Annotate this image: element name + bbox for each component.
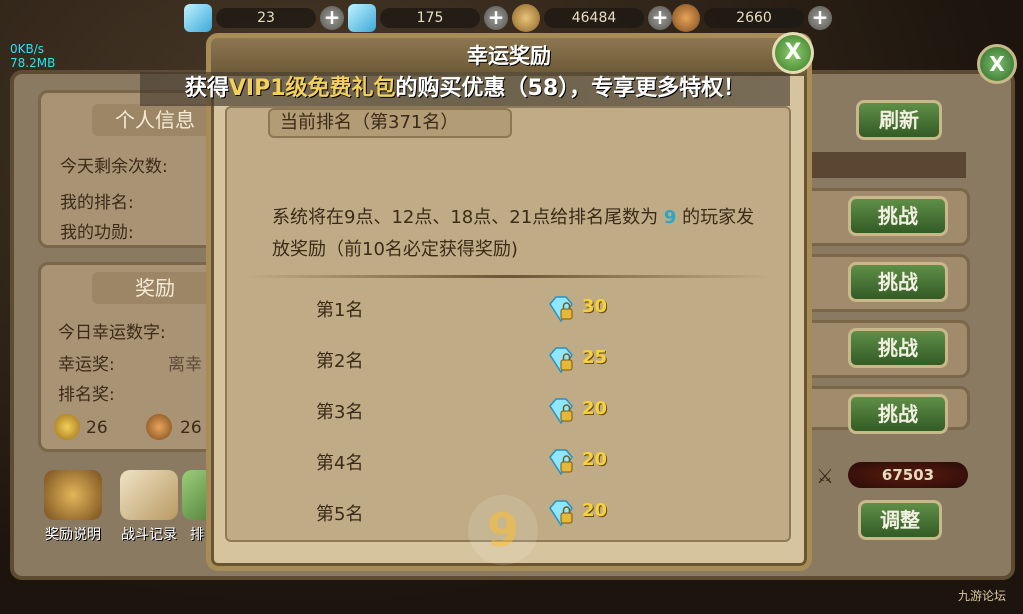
my-rank-label: 我的排名: [60, 193, 134, 213]
reward-amount: 30 [582, 296, 608, 317]
battle-power: 67503 [848, 462, 968, 488]
rank-label: 第3名 [316, 402, 364, 423]
trophy-icon [54, 414, 80, 440]
network-overlay: 0KB/s 78.2MB [10, 42, 55, 70]
resource-value: 23 [216, 8, 316, 28]
add-locked-diamond-button[interactable]: + [484, 6, 508, 30]
locked-diamond-icon [549, 296, 573, 323]
reward-amount: 25 [582, 347, 608, 368]
vip-broadcast-banner: 获得VIP1级免费礼包的购买优惠（58），专享更多特权！ [140, 72, 790, 106]
money-bag-icon [44, 470, 102, 520]
reward-heading: 奖励 [92, 272, 218, 304]
rank-label: 第4名 [316, 453, 364, 474]
reward-row: 第4名 20 [310, 447, 630, 477]
reward-info-tool[interactable]: 奖励说明 [36, 470, 110, 544]
network-speed: 0KB/s [10, 42, 45, 56]
description-text: 系统将在9点、12点、18点、21点给排名尾数为 [272, 207, 664, 228]
reward-description: 系统将在9点、12点、18点、21点给排名尾数为 9 的玩家发放奖励（前10名必… [272, 202, 772, 266]
locked-diamond-icon [549, 347, 573, 374]
lucky-prize-value: 离幸 [168, 355, 202, 375]
personal-info-heading: 个人信息 [92, 104, 218, 136]
tool-label: 奖励说明 [45, 527, 101, 543]
challenge-button[interactable]: 挑战 [848, 262, 948, 302]
resource-value: 2660 [704, 8, 804, 28]
resource-locked-diamond: 175 + [348, 4, 508, 32]
nine-game-watermark: 9 [468, 495, 538, 565]
add-diamond-button[interactable]: + [320, 6, 344, 30]
badge-icon [672, 4, 700, 32]
forum-logo: 九游论坛 [958, 589, 1007, 603]
prize-b-value: 26 [180, 418, 202, 438]
locked-diamond-icon [549, 449, 573, 476]
add-coin-button[interactable]: + [648, 6, 672, 30]
reward-amount: 20 [582, 449, 608, 470]
dialog-close-button[interactable]: X [772, 32, 814, 74]
resource-coin: 46484 + [512, 4, 672, 32]
battle-record-tool[interactable]: 战斗记录 [112, 470, 186, 544]
lucky-number-label: 今日幸运数字: [58, 323, 166, 343]
remaining-label: 今天剩余次数: [60, 157, 168, 177]
reward-row: 第3名 20 [310, 396, 630, 426]
memory-usage: 78.2MB [10, 56, 56, 70]
banner-suffix: 的购买优惠（58），专享更多特权！ [395, 76, 746, 101]
lucky-digit: 9 [663, 207, 677, 228]
resource-bar: 23 + 175 + 46484 + 2660 + [170, 2, 832, 34]
rank-label: 第2名 [316, 351, 364, 372]
rank-label: 第1名 [316, 300, 364, 321]
banner-prefix: 获得 [184, 76, 229, 101]
prize-a-value: 26 [86, 418, 108, 438]
resource-value: 46484 [544, 8, 644, 28]
reward-amount: 20 [582, 398, 608, 419]
dialog-title: 幸运奖励 [211, 38, 807, 76]
refresh-button[interactable]: 刷新 [856, 100, 942, 140]
challenge-button[interactable]: 挑战 [848, 394, 948, 434]
banner-highlight: VIP1级免费礼包 [228, 76, 396, 101]
rank-label: 第5名 [316, 504, 364, 525]
challenge-button[interactable]: 挑战 [848, 328, 948, 368]
tool-label: 战斗记录 [121, 527, 177, 543]
resource-diamond: 23 + [184, 4, 344, 32]
my-merit-label: 我的功勋: [60, 223, 134, 243]
current-rank: 当前排名（第371名） [268, 108, 512, 138]
crossed-swords-icon: ⚔ [816, 464, 834, 488]
locked-diamond-icon [348, 4, 376, 32]
reward-amount: 20 [582, 500, 608, 521]
challenge-button[interactable]: 挑战 [848, 196, 948, 236]
reward-row: 第2名 25 [310, 345, 630, 375]
diamond-icon [184, 4, 212, 32]
lucky-prize-label: 幸运奖: [58, 355, 115, 375]
reward-row: 第1名 30 [310, 294, 630, 324]
badge-icon [146, 414, 172, 440]
header-strip [800, 152, 966, 178]
divider [244, 275, 774, 278]
coin-icon [512, 4, 540, 32]
adjust-button[interactable]: 调整 [858, 500, 942, 540]
locked-diamond-icon [549, 500, 573, 527]
arena-close-button[interactable]: X [977, 44, 1017, 84]
resource-badge: 2660 + [672, 4, 832, 32]
add-badge-button[interactable]: + [808, 6, 832, 30]
magnifier-scroll-icon [120, 470, 178, 520]
rank-prize-label: 排名奖: [58, 385, 115, 405]
locked-diamond-icon [549, 398, 573, 425]
resource-value: 175 [380, 8, 480, 28]
